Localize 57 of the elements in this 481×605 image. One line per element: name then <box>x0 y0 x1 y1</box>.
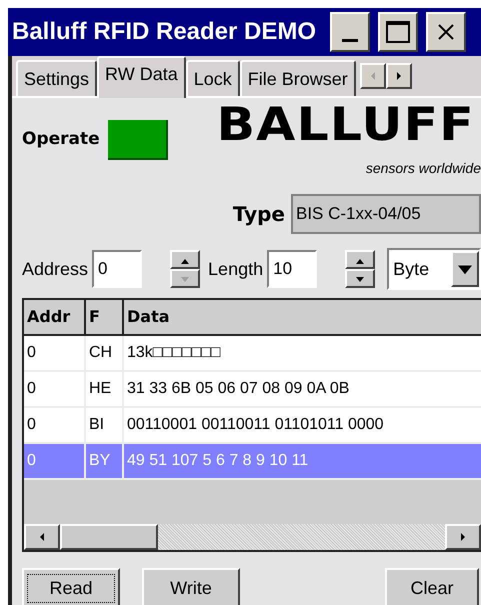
type-field: BIS C-1xx-04/05 <box>291 194 481 234</box>
left-arrow-icon <box>38 533 46 541</box>
tab-scroll-right-button[interactable] <box>386 63 412 89</box>
table-cell: CH <box>86 336 124 370</box>
length-label: Length <box>208 258 264 281</box>
maximize-icon <box>386 21 410 43</box>
table-cell: 0 <box>24 372 86 406</box>
maximize-button[interactable] <box>378 12 418 52</box>
table-row[interactable]: 0 HE 31 33 6B 05 06 07 08 09 0A 0B <box>24 372 481 408</box>
action-button[interactable]: Clear <box>385 568 479 605</box>
tab[interactable]: RW Data <box>97 56 186 98</box>
address-label: Address <box>22 258 88 280</box>
table-row[interactable]: 0 CH 13k□□□□□□□ <box>24 336 481 372</box>
table-row[interactable]: 0 BI 00110001 00110011 01101011 0000 <box>24 408 481 444</box>
table-cell: 0 <box>24 444 86 478</box>
table-cell: BI <box>86 408 124 442</box>
tab[interactable]: Lock <box>186 60 240 96</box>
scroll-left-button[interactable] <box>24 524 60 550</box>
table-cell-text: 31 33 6B 05 06 07 08 09 0A 0B <box>126 379 350 399</box>
column-header[interactable]: Data <box>124 300 481 334</box>
spin-down-button[interactable] <box>345 269 376 288</box>
table-cell: HE <box>86 372 124 406</box>
table-cell-text: 49 51 107 5 6 7 8 9 10 11 <box>126 451 310 471</box>
spin-up-button[interactable] <box>170 250 200 269</box>
left-arrow-icon <box>368 72 377 80</box>
table-cell-text: 13k□□□□□□□ <box>126 343 222 363</box>
table-cell: 0 <box>24 336 86 370</box>
scroll-thumb[interactable] <box>60 524 158 550</box>
logo-tagline: sensors worldwide <box>366 159 481 178</box>
down-arrow-icon <box>356 274 364 282</box>
scroll-right-button[interactable] <box>445 524 481 550</box>
number-field[interactable]: 10 <box>267 250 318 288</box>
column-header[interactable]: F <box>86 300 124 334</box>
type-label: Type <box>232 201 285 228</box>
column-header[interactable]: Addr <box>24 300 86 334</box>
format-dropdown[interactable]: Byte <box>387 248 481 290</box>
minimize-button[interactable] <box>330 12 370 52</box>
logo: BALLUFF <box>216 100 475 148</box>
tab-scroll-left-button[interactable] <box>360 63 386 89</box>
number-field[interactable]: 0 <box>92 250 142 288</box>
action-button[interactable]: Read <box>22 568 120 605</box>
close-button[interactable] <box>426 12 466 52</box>
right-arrow-icon <box>459 533 467 541</box>
spin-up-button[interactable] <box>345 250 376 269</box>
table-cell-text: 00110001 00110011 01101011 0000 <box>126 415 385 435</box>
action-button[interactable]: Write <box>142 568 240 605</box>
window-title: Balluff RFID Reader DEMO <box>12 17 316 47</box>
down-arrow-icon <box>181 274 190 282</box>
tab[interactable]: Settings <box>16 60 98 96</box>
operate-label: Operate <box>22 128 100 152</box>
right-arrow-icon <box>394 72 403 80</box>
table-cell: 0 <box>24 408 86 442</box>
tab[interactable]: File Browser <box>240 60 356 96</box>
close-icon <box>437 23 456 41</box>
horizontal-scrollbar[interactable] <box>24 524 481 550</box>
minimize-icon <box>342 39 358 42</box>
table-cell: BY <box>86 444 124 478</box>
